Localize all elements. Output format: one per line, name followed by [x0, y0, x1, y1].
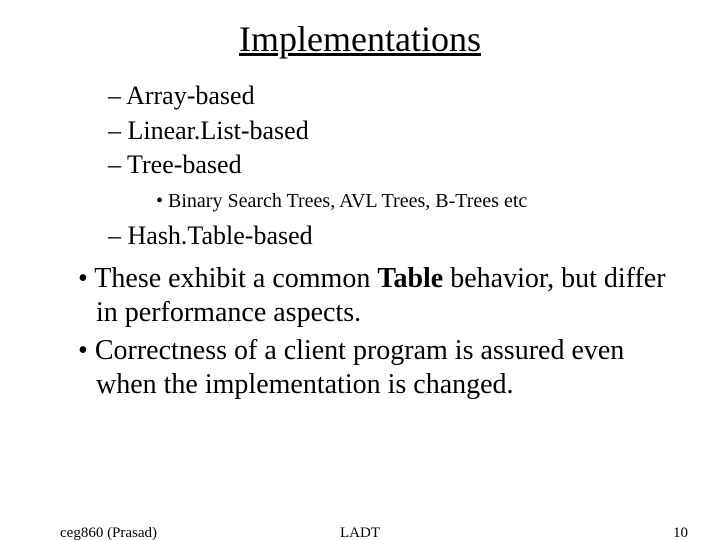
- main-bullet-correctness: Correctness of a client program is assur…: [78, 334, 680, 402]
- footer-left: ceg860 (Prasad): [60, 525, 157, 540]
- dash-list-top: Array-based Linear.List-based Tree-based: [108, 80, 680, 182]
- bullet1-pre: These exhibit a common: [94, 263, 377, 294]
- footer-page-number: 10: [673, 525, 688, 540]
- slide: Implementations Array-based Linear.List-…: [0, 18, 720, 540]
- dash-item-array: Array-based: [108, 80, 680, 113]
- main-bullet-common-table: These exhibit a common Table behavior, b…: [78, 262, 680, 330]
- dash-list-bottom: Hash.Table-based: [108, 220, 680, 253]
- sub-bullet-list: Binary Search Trees, AVL Trees, B-Trees …: [156, 188, 680, 214]
- bullet1-bold: Table: [377, 263, 443, 294]
- slide-content: Array-based Linear.List-based Tree-based…: [0, 80, 720, 403]
- dash-item-hashtable: Hash.Table-based: [108, 220, 680, 253]
- slide-title: Implementations: [0, 18, 720, 60]
- dash-item-linearlist: Linear.List-based: [108, 115, 680, 148]
- sub-bullet-bst: Binary Search Trees, AVL Trees, B-Trees …: [156, 188, 680, 214]
- footer-center: LADT: [340, 525, 380, 540]
- dash-item-tree: Tree-based: [108, 149, 680, 182]
- main-bullet-list: These exhibit a common Table behavior, b…: [60, 262, 680, 403]
- slide-footer: ceg860 (Prasad) LADT 10: [0, 525, 720, 540]
